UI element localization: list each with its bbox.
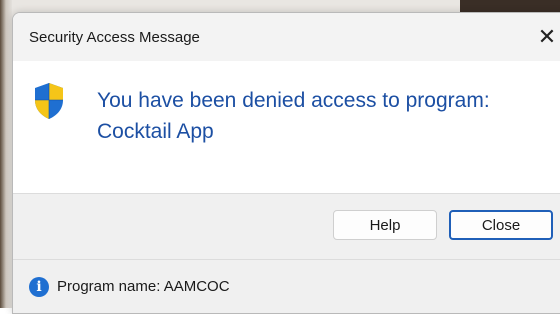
dialog-title: Security Access Message [29, 29, 200, 46]
close-button[interactable]: Close [449, 210, 553, 240]
denied-message: You have been denied access to program: … [97, 85, 557, 147]
program-name-text: Program name: AAMCOC [57, 278, 230, 295]
security-access-dialog: Security Access Message ✕ You have been … [12, 12, 560, 314]
message-area: You have been denied access to program: … [13, 61, 560, 193]
help-button[interactable]: Help [333, 210, 437, 240]
title-bar: Security Access Message ✕ [13, 13, 560, 61]
close-icon[interactable]: ✕ [535, 23, 559, 51]
info-icon: i [29, 277, 49, 297]
button-bar: Help Close [13, 193, 560, 259]
details-footer: i Program name: AAMCOC [13, 259, 560, 313]
message-line-2-program: Cocktail App [97, 120, 214, 143]
security-shield-icon [35, 83, 63, 119]
message-line-1: You have been denied access to program: [97, 89, 490, 112]
background-window-edge [0, 0, 12, 308]
